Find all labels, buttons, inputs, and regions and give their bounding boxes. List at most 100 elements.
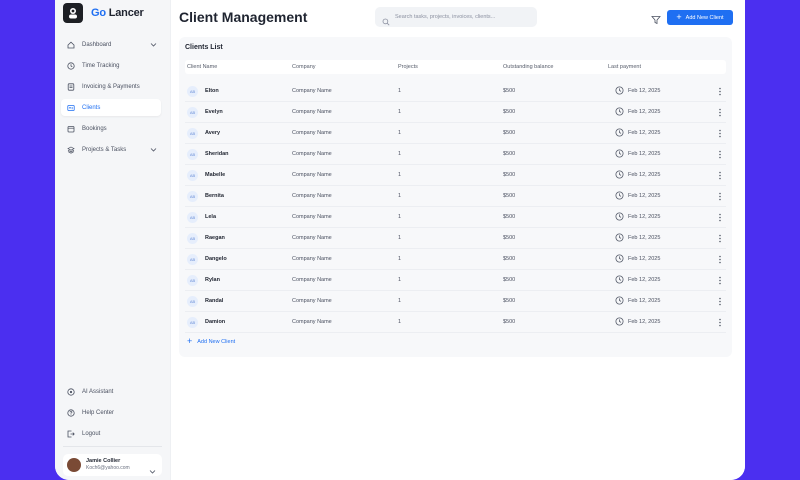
avatar xyxy=(67,458,81,472)
client-projects: 1 xyxy=(398,151,402,157)
add-new-client-link[interactable]: + Add New Client xyxy=(187,337,235,346)
more-options-icon[interactable] xyxy=(718,87,722,96)
sidebar-item-label: Dashboard xyxy=(82,41,112,48)
chevron-down-icon[interactable] xyxy=(149,462,156,474)
client-initials-badge: AB xyxy=(187,170,198,181)
client-last-payment: Feb 12, 2025 xyxy=(628,214,661,220)
client-last-payment: Feb 12, 2025 xyxy=(628,193,661,199)
clock-icon xyxy=(615,317,624,326)
chevron-down-icon[interactable] xyxy=(150,41,157,48)
search-bar[interactable] xyxy=(375,7,537,27)
client-last-payment: Feb 12, 2025 xyxy=(628,172,661,178)
clock-icon xyxy=(615,170,624,179)
table-row[interactable]: AB Bernita Company Name 1 $500 Feb 12, 2025 xyxy=(185,186,726,207)
client-name: Evelyn xyxy=(205,109,223,115)
client-name: Rylan xyxy=(205,277,220,283)
client-name: Mabelle xyxy=(205,172,226,178)
more-options-icon[interactable] xyxy=(718,192,722,201)
table-row[interactable]: AB Elton Company Name 1 $500 Feb 12, 2025 xyxy=(185,81,726,102)
client-company: Company Name xyxy=(292,214,332,220)
table-row[interactable]: AB Dangelo Company Name 1 $500 Feb 12, 2025 xyxy=(185,249,726,270)
client-projects: 1 xyxy=(398,277,402,283)
client-last-payment: Feb 12, 2025 xyxy=(628,298,661,304)
more-options-icon[interactable] xyxy=(718,129,722,138)
client-company: Company Name xyxy=(292,151,332,157)
client-initials-badge: AB xyxy=(187,275,198,286)
client-projects: 1 xyxy=(398,319,402,325)
table-row[interactable]: AB Evelyn Company Name 1 $500 Feb 12, 2025 xyxy=(185,102,726,123)
clock-icon xyxy=(615,86,624,95)
client-company: Company Name xyxy=(292,256,332,262)
table-row[interactable]: AB Rylan Company Name 1 $500 Feb 12, 2025 xyxy=(185,270,726,291)
client-projects: 1 xyxy=(398,193,402,199)
more-options-icon[interactable] xyxy=(718,234,722,243)
search-input[interactable] xyxy=(395,14,525,20)
client-balance: $500 xyxy=(503,193,516,199)
sidebar-item-help-center[interactable]: Help Center xyxy=(61,404,161,421)
clock-icon xyxy=(615,128,624,137)
home-icon xyxy=(67,41,75,49)
column-header-company[interactable]: Company xyxy=(292,64,316,70)
client-name: Bernita xyxy=(205,193,224,199)
client-projects: 1 xyxy=(398,235,402,241)
more-options-icon[interactable] xyxy=(718,276,722,285)
more-options-icon[interactable] xyxy=(718,297,722,306)
table-row[interactable]: AB Sheridan Company Name 1 $500 Feb 12, 2025 xyxy=(185,144,726,165)
more-options-icon[interactable] xyxy=(718,150,722,159)
sidebar-item-ai-assistant[interactable]: AI Assistant xyxy=(61,383,161,400)
table-row[interactable]: AB Lela Company Name 1 $500 Feb 12, 2025 xyxy=(185,207,726,228)
more-options-icon[interactable] xyxy=(718,108,722,117)
sidebar-bottom-nav: AI Assistant Help Center Logout xyxy=(61,383,161,446)
client-balance: $500 xyxy=(503,319,516,325)
client-last-payment: Feb 12, 2025 xyxy=(628,130,661,136)
client-projects: 1 xyxy=(398,256,402,262)
column-header-client-name[interactable]: Client Name xyxy=(187,64,217,70)
column-header-outstanding-balance[interactable]: Outstanding balance xyxy=(503,64,553,70)
brand[interactable]: Go Lancer xyxy=(63,3,144,23)
sidebar-item-label: Logout xyxy=(82,430,101,437)
table-row[interactable]: AB Mabelle Company Name 1 $500 Feb 12, 2025 xyxy=(185,165,726,186)
clients-icon xyxy=(67,104,75,112)
client-balance: $500 xyxy=(503,130,516,136)
more-options-icon[interactable] xyxy=(718,213,722,222)
table-row[interactable]: AB Raegan Company Name 1 $500 Feb 12, 2025 xyxy=(185,228,726,249)
table-row[interactable]: AB Randal Company Name 1 $500 Feb 12, 2025 xyxy=(185,291,726,312)
layers-icon xyxy=(67,146,75,154)
sidebar-item-logout[interactable]: Logout xyxy=(61,425,161,442)
sidebar-item-label: Invoicing & Payments xyxy=(82,83,140,90)
client-initials-badge: AB xyxy=(187,212,198,223)
client-initials-badge: AB xyxy=(187,296,198,307)
filter-icon[interactable] xyxy=(651,12,661,25)
table-body: AB Elton Company Name 1 $500 Feb 12, 2025 AB Ev… xyxy=(185,81,726,333)
user-profile[interactable]: Jamie Collier Koch6@yahoo.com xyxy=(63,454,162,476)
chevron-down-icon[interactable] xyxy=(150,146,157,153)
sidebar-divider xyxy=(63,446,162,447)
more-options-icon[interactable] xyxy=(718,318,722,327)
sidebar-item-time-tracking[interactable]: Time Tracking xyxy=(61,57,161,74)
client-company: Company Name xyxy=(292,88,332,94)
client-projects: 1 xyxy=(398,214,402,220)
invoice-icon xyxy=(67,82,75,91)
sidebar-item-bookings[interactable]: Bookings xyxy=(61,120,161,137)
table-row[interactable]: AB Avery Company Name 1 $500 Feb 12, 2025 xyxy=(185,123,726,144)
add-new-client-button[interactable]: + Add New Client xyxy=(667,10,733,25)
client-balance: $500 xyxy=(503,214,516,220)
more-options-icon[interactable] xyxy=(718,171,722,180)
sidebar-item-dashboard[interactable]: Dashboard xyxy=(61,36,161,53)
sidebar-item-projects[interactable]: Projects & Tasks xyxy=(61,141,161,158)
column-header-last-payment[interactable]: Last payment xyxy=(608,64,641,70)
sidebar-item-invoicing[interactable]: Invoicing & Payments xyxy=(61,78,161,95)
sidebar-item-clients[interactable]: Clients xyxy=(61,99,161,116)
sidebar-item-label: Clients xyxy=(82,104,101,111)
client-initials-badge: AB xyxy=(187,233,198,244)
client-projects: 1 xyxy=(398,109,402,115)
table-row[interactable]: AB Damion Company Name 1 $500 Feb 12, 2025 xyxy=(185,312,726,333)
client-name: Avery xyxy=(205,130,221,136)
client-initials-badge: AB xyxy=(187,317,198,328)
client-balance: $500 xyxy=(503,109,516,115)
bookings-icon xyxy=(67,125,75,133)
more-options-icon[interactable] xyxy=(718,255,722,264)
page-title: Client Management xyxy=(179,9,308,25)
client-name: Lela xyxy=(205,214,217,220)
column-header-projects[interactable]: Projects xyxy=(398,64,418,70)
